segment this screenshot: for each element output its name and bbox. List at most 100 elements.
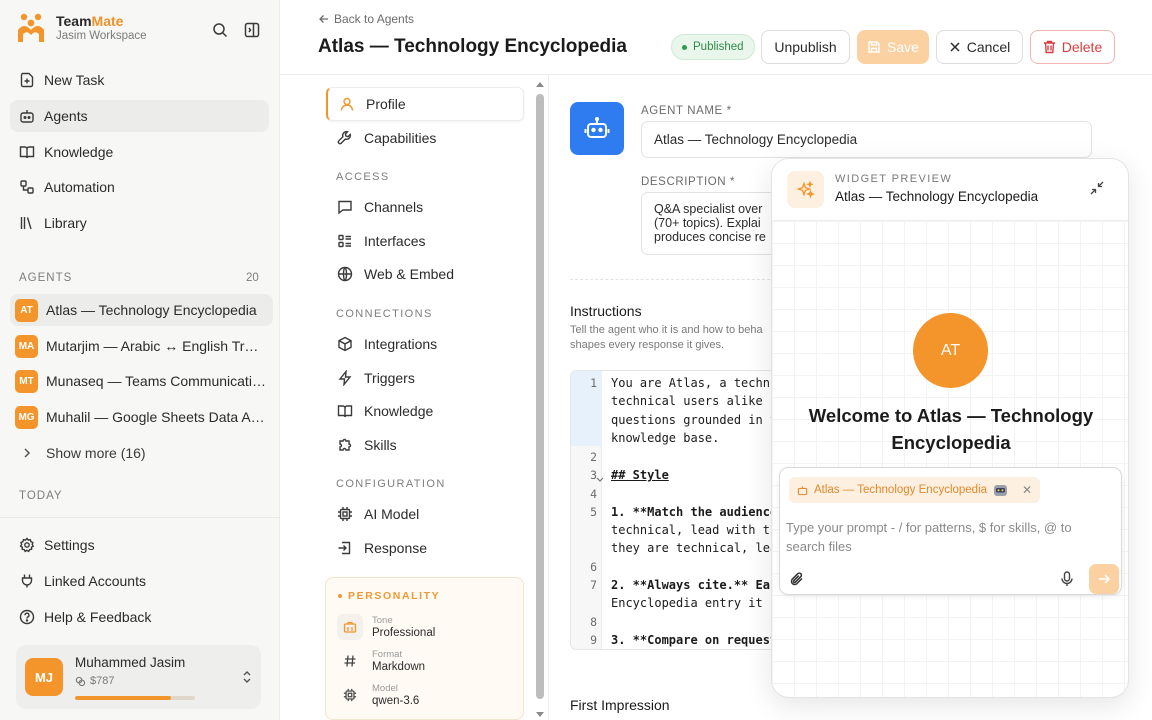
paperclip-icon[interactable]: [789, 571, 805, 587]
agents-section-label: AGENTS: [19, 272, 73, 284]
agent-name: Atlas — Technology Encyclopedia: [46, 302, 257, 318]
line-number: 4: [590, 487, 597, 501]
widget-welcome-text: Welcome to Atlas — Technology Encycloped…: [808, 405, 1094, 453]
send-button[interactable]: [1089, 564, 1119, 594]
settings-nav-profile[interactable]: Profile: [326, 87, 524, 121]
user-card[interactable]: MJ Muhammed Jasim $787: [16, 645, 261, 709]
settings-nav-label: AI Model: [364, 506, 420, 522]
settings-nav-label: Interfaces: [364, 233, 426, 249]
scroll-up-icon[interactable]: [535, 80, 545, 88]
access-section-label: ACCESS: [336, 171, 390, 183]
widget-preview: WIDGET PREVIEW Atlas — Technology Encycl…: [771, 158, 1129, 698]
close-icon: [950, 42, 960, 52]
help-icon: [19, 609, 35, 625]
scrollbar-thumb[interactable]: [536, 94, 544, 699]
robot-icon: [584, 116, 610, 138]
settings-icon: [19, 537, 35, 553]
code-line: knowledge base.: [611, 431, 720, 445]
nav-label: Agents: [44, 108, 88, 124]
widget-header: WIDGET PREVIEW Atlas — Technology Encycl…: [772, 159, 1128, 221]
unpublish-button[interactable]: Unpublish: [761, 30, 850, 64]
agent-item-munaseq[interactable]: MT Munaseq — Teams Communication Assista…: [10, 365, 273, 397]
remove-chip-icon[interactable]: ✕: [1022, 483, 1032, 497]
agent-name-input[interactable]: Atlas — Technology Encyclopedia: [641, 121, 1092, 158]
settings-nav-skills[interactable]: Skills: [326, 428, 524, 462]
settings-nav-capabilities[interactable]: Capabilities: [326, 121, 524, 155]
settings-nav-triggers[interactable]: Triggers: [326, 361, 524, 395]
scroll-down-icon[interactable]: [535, 711, 545, 719]
back-label: Back to Agents: [334, 12, 415, 26]
section-divider: [570, 279, 780, 280]
response-icon: [337, 540, 353, 556]
cancel-button[interactable]: Cancel: [936, 30, 1023, 64]
search-icon[interactable]: [212, 22, 228, 38]
sidebar: TeamMate Jasim Workspace New Task Agents…: [0, 0, 280, 720]
agent-chip[interactable]: Atlas — Technology Encyclopedia ✕: [789, 477, 1041, 503]
settings-nav-integrations[interactable]: Integrations: [326, 327, 524, 361]
settings-nav-label: Capabilities: [364, 130, 437, 146]
nav-automation[interactable]: Automation: [10, 171, 269, 203]
nav-agents[interactable]: Agents: [10, 100, 269, 132]
agent-item-mutarjim[interactable]: MA Mutarjim — Arabic ↔ English Translato…: [10, 330, 273, 362]
agent-item-atlas[interactable]: AT Atlas — Technology Encyclopedia: [10, 294, 273, 326]
nav-library[interactable]: Library: [10, 207, 269, 239]
delete-label: Delete: [1061, 39, 1103, 55]
chevron-updown-icon[interactable]: [239, 669, 255, 685]
chat-icon: [337, 199, 353, 215]
settings-nav-channels[interactable]: Channels: [326, 190, 524, 224]
nav-new-task[interactable]: New Task: [10, 64, 269, 96]
workspace-name: Jasim Workspace: [56, 30, 147, 42]
settings-nav-label: Response: [364, 540, 428, 556]
personality-value: qwen-3.6: [372, 694, 420, 707]
widget-composer[interactable]: Atlas — Technology Encyclopedia ✕ Type y…: [779, 467, 1122, 595]
agent-name: Munaseq — Teams Communication Assistant: [46, 373, 266, 389]
line-number: 5: [590, 505, 597, 519]
personality-header: PERSONALITY: [338, 590, 440, 602]
brand[interactable]: TeamMate Jasim Workspace: [16, 12, 147, 44]
minimize-icon[interactable]: [1090, 181, 1104, 195]
nav-knowledge[interactable]: Knowledge: [10, 136, 269, 168]
line-number: 3: [590, 468, 597, 482]
configuration-section-label: CONFIGURATION: [336, 478, 446, 490]
agent-avatar: MA: [15, 334, 38, 358]
agent-avatar-tile[interactable]: [570, 102, 624, 155]
agent-avatar: MT: [15, 369, 38, 393]
personality-value: Markdown: [372, 660, 426, 673]
microphone-icon[interactable]: [1060, 571, 1074, 587]
prompt-input[interactable]: Type your prompt - / for patterns, $ for…: [786, 518, 1086, 556]
nav-settings[interactable]: Settings: [10, 529, 269, 561]
show-more-agents[interactable]: Show more (16): [10, 437, 273, 469]
back-to-agents-link[interactable]: Back to Agents: [318, 12, 414, 26]
status-label: Published: [693, 41, 744, 53]
line-number: 6: [590, 560, 597, 574]
save-icon: [868, 41, 880, 53]
trash-icon: [1043, 40, 1055, 54]
robot-emoji-icon: [994, 485, 1008, 496]
nav-label: Settings: [44, 537, 95, 553]
save-label: Save: [887, 39, 919, 55]
settings-nav-label: Knowledge: [364, 403, 434, 419]
settings-nav-web-embed[interactable]: Web & Embed: [326, 257, 524, 291]
instructions-editor[interactable]: 1 You are Atlas, a techni technical user…: [570, 370, 780, 650]
settings-nav-label: Integrations: [364, 336, 438, 352]
nav-help-feedback[interactable]: Help & Feedback: [10, 601, 269, 633]
show-more-label: Show more (16): [46, 445, 146, 461]
settings-nav-interfaces[interactable]: Interfaces: [326, 224, 524, 258]
wrench-icon: [337, 130, 353, 146]
sidebar-toggle-icon[interactable]: [244, 22, 260, 38]
code-line: 2. **Always cite.** Eac: [611, 578, 778, 592]
page-title: Atlas — Technology Encyclopedia: [318, 36, 627, 57]
settings-nav-knowledge[interactable]: Knowledge: [326, 394, 524, 428]
agents-count: 20: [246, 272, 259, 284]
nav-linked-accounts[interactable]: Linked Accounts: [10, 565, 269, 597]
settings-nav-response[interactable]: Response: [326, 531, 524, 565]
delete-button[interactable]: Delete: [1030, 30, 1115, 64]
interfaces-icon: [337, 233, 353, 249]
agent-item-muhalil[interactable]: MG Muhalil — Google Sheets Data Analyst: [10, 401, 273, 433]
settings-nav-ai-model[interactable]: AI Model: [326, 497, 524, 531]
settings-scrollbar[interactable]: [535, 80, 545, 720]
save-button[interactable]: Save: [857, 30, 929, 64]
first-impression-title: First Impression: [570, 697, 670, 713]
code-line: ## Style: [611, 468, 669, 482]
fold-chevron-icon[interactable]: [596, 477, 604, 483]
